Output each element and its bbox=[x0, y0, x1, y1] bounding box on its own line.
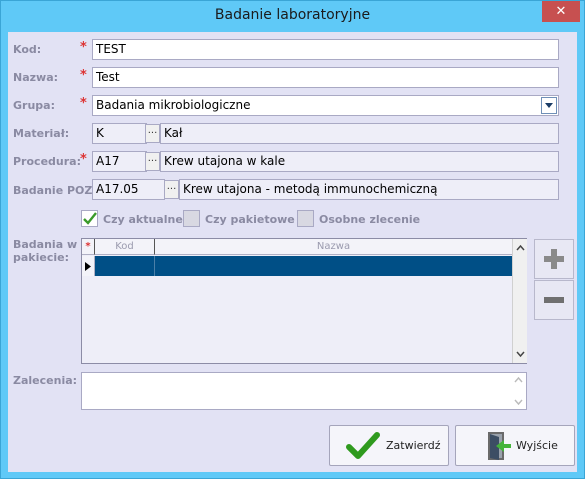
confirm-label: Zatwierdź bbox=[386, 439, 441, 452]
osobne-zlecenie-checkbox[interactable] bbox=[297, 210, 314, 227]
required-marker: * bbox=[80, 152, 87, 167]
scroll-down-icon[interactable] bbox=[513, 347, 528, 361]
plus-icon bbox=[544, 249, 564, 269]
procedura-label: Procedura: bbox=[13, 155, 81, 168]
nazwa-input[interactable]: Test bbox=[92, 67, 559, 88]
remove-row-button[interactable] bbox=[534, 280, 574, 320]
badanie-poz-code-input[interactable]: A17.05 bbox=[92, 179, 165, 200]
table-row[interactable] bbox=[95, 256, 512, 276]
zalecenia-label: Zalecenia: bbox=[13, 374, 78, 387]
grid-new-row-marker: * bbox=[82, 239, 95, 255]
exit-label: Wyjście bbox=[516, 439, 558, 452]
nazwa-label: Nazwa: bbox=[13, 71, 59, 84]
row-indicator bbox=[82, 256, 95, 276]
material-code-input[interactable]: K bbox=[92, 123, 147, 144]
badania-w-pakiecie-label: Badania w pakiecie: bbox=[13, 238, 78, 264]
scroll-down-icon[interactable] bbox=[511, 396, 526, 408]
required-marker: * bbox=[80, 40, 87, 55]
package-grid[interactable]: * Kod Nazwa bbox=[81, 238, 527, 364]
required-marker: * bbox=[80, 96, 87, 111]
close-icon: ✕ bbox=[555, 4, 567, 19]
dialog-window: Badanie laboratoryjne ✕ Kod: * TEST Nazw… bbox=[0, 0, 585, 479]
material-lookup-button[interactable]: ... bbox=[145, 124, 160, 143]
exit-button[interactable]: Wyjście bbox=[455, 425, 575, 466]
material-label: Materiał: bbox=[13, 127, 70, 140]
cell-kod[interactable] bbox=[95, 256, 155, 276]
current-row-arrow-icon bbox=[85, 261, 91, 271]
minus-icon bbox=[544, 297, 564, 303]
zalecenia-scrollbar[interactable] bbox=[511, 373, 526, 409]
checkmark-icon bbox=[83, 212, 97, 225]
zalecenia-textarea[interactable] bbox=[81, 372, 527, 410]
procedura-code-input[interactable]: A17 bbox=[92, 151, 147, 172]
material-description: Kał bbox=[160, 123, 559, 144]
czy-pakietowe-checkbox[interactable] bbox=[183, 210, 200, 227]
czy-aktualne-checkbox[interactable] bbox=[81, 210, 98, 227]
grupa-label: Grupa: bbox=[13, 99, 55, 112]
badanie-poz-description: Krew utajona - metodą immunochemiczną bbox=[179, 179, 559, 200]
exit-door-icon bbox=[488, 431, 511, 460]
required-marker: * bbox=[80, 68, 87, 83]
kod-input[interactable]: TEST bbox=[92, 39, 559, 60]
procedura-description: Krew utajona w kale bbox=[160, 151, 559, 172]
column-header-nazwa[interactable]: Nazwa bbox=[155, 239, 512, 255]
grid-scrollbar[interactable] bbox=[512, 239, 527, 363]
add-row-button[interactable] bbox=[534, 239, 574, 279]
kod-label: Kod: bbox=[13, 43, 42, 56]
confirm-button[interactable]: Zatwierdź bbox=[329, 425, 449, 466]
grupa-dropdown-button[interactable] bbox=[541, 97, 557, 114]
badanie-poz-label: Badanie POZ: bbox=[13, 184, 97, 197]
scroll-up-icon[interactable] bbox=[513, 241, 528, 255]
procedura-lookup-button[interactable]: ... bbox=[145, 152, 160, 171]
window-title: Badanie laboratoryjne bbox=[214, 7, 371, 23]
czy-pakietowe-label: Czy pakietowe bbox=[205, 213, 295, 226]
osobne-zlecenie-label: Osobne zlecenie bbox=[319, 213, 421, 226]
scroll-up-icon[interactable] bbox=[511, 374, 526, 386]
czy-aktualne-label: Czy aktualne bbox=[103, 213, 183, 226]
grupa-select[interactable]: Badania mikrobiologiczne bbox=[92, 95, 559, 116]
dialog-body: Kod: * TEST Nazwa: * Test Grupa: * Badan… bbox=[8, 32, 577, 472]
badanie-poz-lookup-button[interactable]: ... bbox=[164, 180, 179, 199]
close-button[interactable]: ✕ bbox=[542, 1, 580, 22]
title-bar[interactable]: Badanie laboratoryjne ✕ bbox=[1, 1, 584, 32]
cell-nazwa[interactable] bbox=[155, 256, 512, 276]
column-header-kod[interactable]: Kod bbox=[95, 239, 155, 255]
chevron-down-icon bbox=[545, 103, 553, 108]
checkmark-icon bbox=[346, 431, 380, 459]
